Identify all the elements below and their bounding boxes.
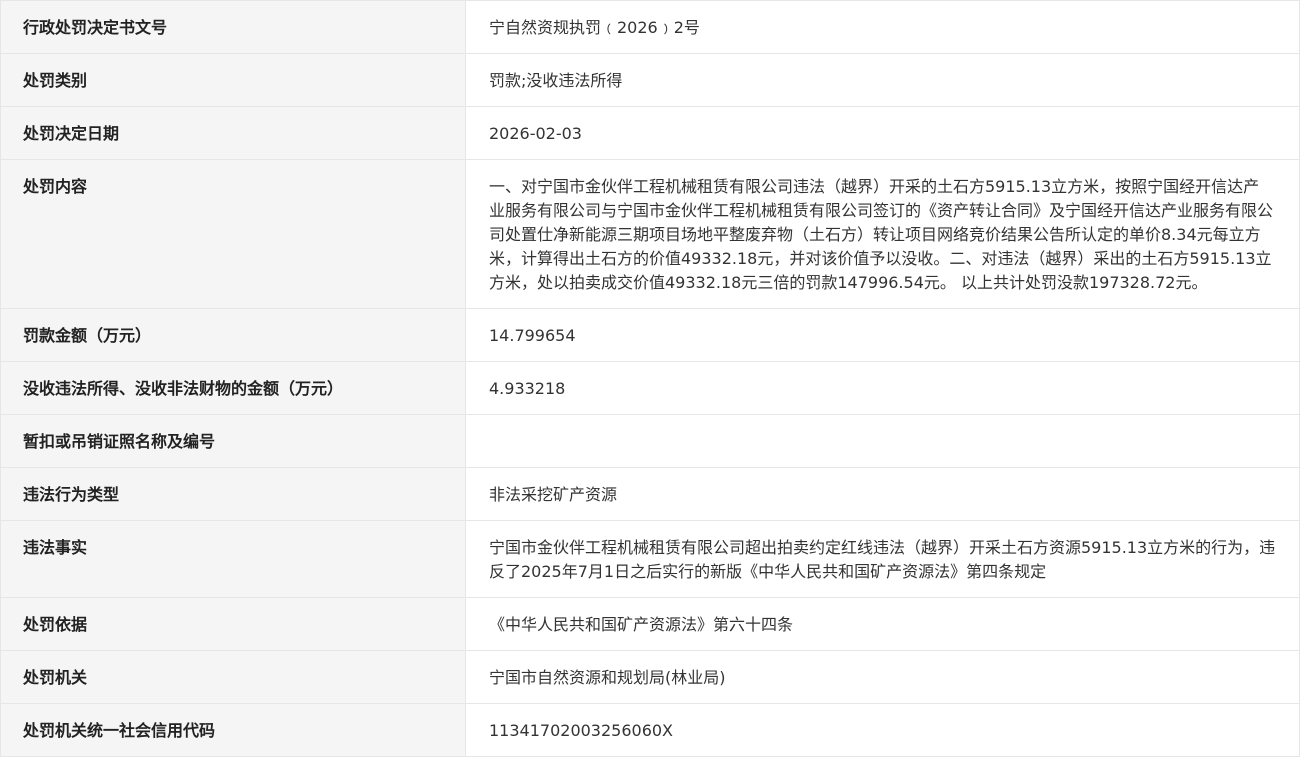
label-penalty-category: 处罚类别 — [0, 53, 466, 107]
table-row-violation-type: 违法行为类型 非法采挖矿产资源 — [0, 467, 1300, 521]
label-violation-type: 违法行为类型 — [0, 467, 466, 521]
value-violation-type: 非法采挖矿产资源 — [465, 467, 1300, 521]
label-penalty-content: 处罚内容 — [0, 159, 466, 309]
value-penalty-authority: 宁国市自然资源和规划局(林业局) — [465, 650, 1300, 704]
table-row-authority-credit-code: 处罚机关统一社会信用代码 11341702003256060X — [0, 703, 1300, 757]
label-document-number: 行政处罚决定书文号 — [0, 0, 466, 54]
table-row-penalty-category: 处罚类别 罚款;没收违法所得 — [0, 53, 1300, 107]
label-violation-facts: 违法事实 — [0, 520, 466, 598]
label-fine-amount: 罚款金额（万元） — [0, 308, 466, 362]
label-decision-date: 处罚决定日期 — [0, 106, 466, 160]
value-fine-amount: 14.799654 — [465, 308, 1300, 362]
value-license-suspension — [465, 414, 1300, 468]
value-legal-basis: 《中华人民共和国矿产资源法》第六十四条 — [465, 597, 1300, 651]
value-violation-facts: 宁国市金伙伴工程机械租赁有限公司超出拍卖约定红线违法（越界）开采土石方资源591… — [465, 520, 1300, 598]
value-confiscation-amount: 4.933218 — [465, 361, 1300, 415]
table-row-violation-facts: 违法事实 宁国市金伙伴工程机械租赁有限公司超出拍卖约定红线违法（越界）开采土石方… — [0, 520, 1300, 598]
label-penalty-authority: 处罚机关 — [0, 650, 466, 704]
value-document-number: 宁自然资规执罚﹙2026﹚2号 — [465, 0, 1300, 54]
table-row-fine-amount: 罚款金额（万元） 14.799654 — [0, 308, 1300, 362]
table-row-legal-basis: 处罚依据 《中华人民共和国矿产资源法》第六十四条 — [0, 597, 1300, 651]
table-row-document-number: 行政处罚决定书文号 宁自然资规执罚﹙2026﹚2号 — [0, 0, 1300, 54]
value-penalty-category: 罚款;没收违法所得 — [465, 53, 1300, 107]
table-row-license-suspension: 暂扣或吊销证照名称及编号 — [0, 414, 1300, 468]
table-row-penalty-content: 处罚内容 一、对宁国市金伙伴工程机械租赁有限公司违法（越界）开采的土石方5915… — [0, 159, 1300, 309]
table-row-decision-date: 处罚决定日期 2026-02-03 — [0, 106, 1300, 160]
table-row-confiscation-amount: 没收违法所得、没收非法财物的金额（万元） 4.933218 — [0, 361, 1300, 415]
value-penalty-content: 一、对宁国市金伙伴工程机械租赁有限公司违法（越界）开采的土石方5915.13立方… — [465, 159, 1300, 309]
label-authority-credit-code: 处罚机关统一社会信用代码 — [0, 703, 466, 757]
penalty-detail-table: 行政处罚决定书文号 宁自然资规执罚﹙2026﹚2号 处罚类别 罚款;没收违法所得… — [0, 0, 1300, 757]
label-legal-basis: 处罚依据 — [0, 597, 466, 651]
value-decision-date: 2026-02-03 — [465, 106, 1300, 160]
label-confiscation-amount: 没收违法所得、没收非法财物的金额（万元） — [0, 361, 466, 415]
table-row-penalty-authority: 处罚机关 宁国市自然资源和规划局(林业局) — [0, 650, 1300, 704]
label-license-suspension: 暂扣或吊销证照名称及编号 — [0, 414, 466, 468]
value-authority-credit-code: 11341702003256060X — [465, 703, 1300, 757]
